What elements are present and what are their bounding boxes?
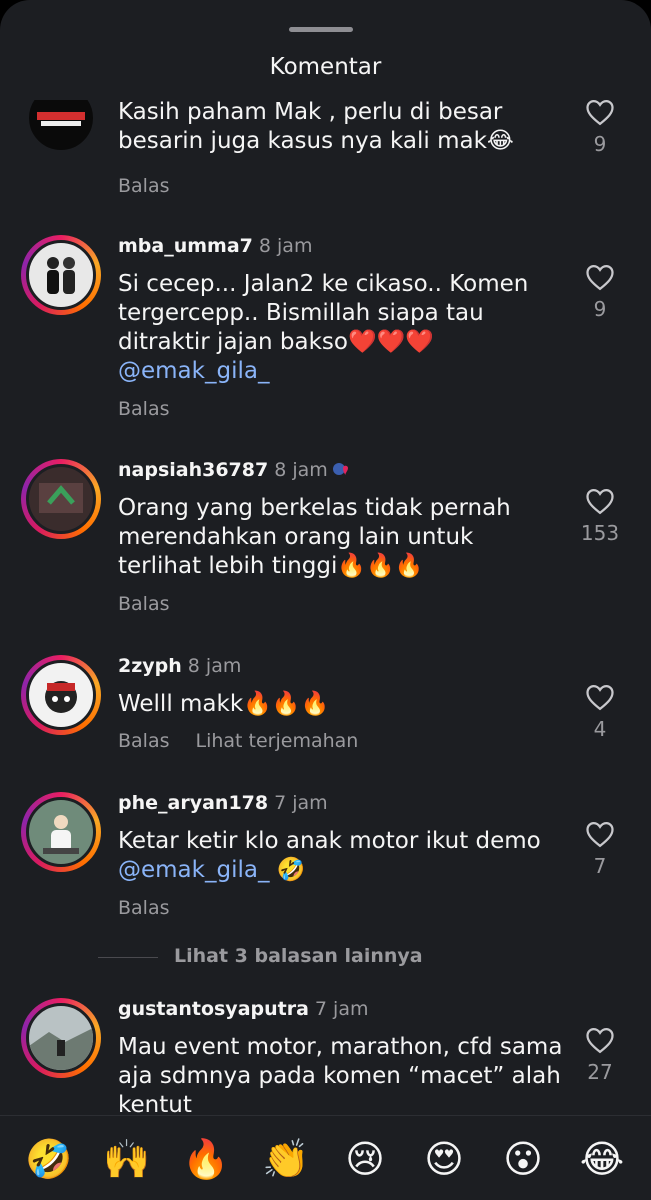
heart-icon xyxy=(586,684,614,711)
username[interactable]: napsiah36787 xyxy=(118,459,268,481)
timestamp: 8 jam xyxy=(274,459,328,481)
mention-link[interactable]: @emak_gila_ xyxy=(118,857,269,883)
comment-text: Si cecep... Jalan2 ke cikaso.. Komen ter… xyxy=(118,271,529,384)
comment-meta: gustantosyaputra 7 jam xyxy=(118,998,368,1020)
timestamp: 8 jam xyxy=(187,655,242,677)
timestamp: 7 jam xyxy=(314,998,369,1020)
emoji-surprised-button[interactable]: 😮 xyxy=(496,1132,550,1186)
avatar[interactable] xyxy=(21,235,101,315)
timestamp: 7 jam xyxy=(274,792,328,814)
like-button[interactable]: 27 xyxy=(582,1026,618,1084)
comment-text: Kasih paham Mak , perlu di besar besarin… xyxy=(118,100,514,154)
heart-icon xyxy=(586,100,614,126)
view-more-replies[interactable]: Lihat 3 balasan lainnya xyxy=(98,945,618,969)
heart-icon xyxy=(586,821,614,848)
like-button[interactable]: 9 xyxy=(582,263,618,321)
like-button[interactable]: 9 xyxy=(582,100,618,156)
comment-actions: Balas xyxy=(118,398,170,420)
username[interactable]: gustantosyaputra xyxy=(118,998,309,1020)
username[interactable]: mba_umma7 xyxy=(118,235,253,257)
emoji-clap-button[interactable]: 👏 xyxy=(259,1132,313,1186)
like-button[interactable]: 4 xyxy=(582,683,618,741)
comment-text: Orang yang berkelas tidak pernah merenda… xyxy=(118,495,511,579)
heart-icon xyxy=(586,1027,614,1054)
comment-actions: Balas xyxy=(118,175,170,197)
like-button[interactable]: 7 xyxy=(582,820,618,878)
like-count: 9 xyxy=(593,132,607,156)
avatar-image xyxy=(43,815,79,854)
sticker-icon xyxy=(332,463,348,475)
like-count: 7 xyxy=(593,854,607,878)
emoji-reaction-bar: 🤣 🙌 🔥 👏 😢 😍 😮 😂 xyxy=(0,1115,651,1200)
sheet-title: Komentar xyxy=(269,54,382,80)
username[interactable]: phe_aryan178 xyxy=(118,792,268,814)
comment-text: Welll makk🔥🔥🔥 xyxy=(118,691,330,717)
view-more-replies-label: Lihat 3 balasan lainnya xyxy=(174,945,423,967)
comment-actions: Balas xyxy=(118,593,170,615)
mention-link[interactable]: @emak_gila_ xyxy=(118,358,269,384)
avatar-image xyxy=(29,1028,93,1070)
like-count: 153 xyxy=(580,521,620,545)
comment-text: Ketar ketir klo anak motor ikut demo @em… xyxy=(118,828,541,883)
avatar[interactable] xyxy=(21,792,101,872)
emoji-crying-button[interactable]: 😢 xyxy=(338,1132,392,1186)
heart-icon xyxy=(586,488,614,515)
heart-icon xyxy=(586,264,614,291)
emoji-joy-button[interactable]: 😂 xyxy=(575,1132,629,1186)
like-count: 27 xyxy=(587,1060,613,1084)
reply-button[interactable]: Balas xyxy=(118,730,170,752)
avatar[interactable] xyxy=(21,459,101,539)
reply-button[interactable]: Balas xyxy=(118,897,170,919)
avatar[interactable] xyxy=(21,100,101,158)
see-translation-button[interactable]: Lihat terjemahan xyxy=(196,730,359,752)
like-count: 4 xyxy=(593,717,607,741)
avatar-image xyxy=(39,483,83,513)
avatar[interactable] xyxy=(21,998,101,1078)
comments-sheet: Komentar Kasih paham Mak , perlu di besa… xyxy=(0,0,651,1200)
avatar[interactable] xyxy=(21,655,101,735)
reply-button[interactable]: Balas xyxy=(118,175,170,197)
comment-meta: 2zyph 8 jam xyxy=(118,655,241,677)
divider xyxy=(98,957,158,958)
reply-button[interactable]: Balas xyxy=(118,398,170,420)
emoji-raising-hands-button[interactable]: 🙌 xyxy=(100,1132,154,1186)
emoji-rofl-button[interactable]: 🤣 xyxy=(22,1132,76,1186)
comment-actions: Balas Lihat terjemahan xyxy=(118,730,358,752)
comment-meta: phe_aryan178 7 jam xyxy=(118,792,328,814)
emoji-heart-eyes-button[interactable]: 😍 xyxy=(417,1132,471,1186)
like-button[interactable]: 153 xyxy=(578,487,622,545)
comment-meta: napsiah36787 8 jam xyxy=(118,459,350,481)
avatar-image xyxy=(45,681,77,713)
comment-list[interactable]: Kasih paham Mak , perlu di besar besarin… xyxy=(0,100,651,1115)
comment-text: Mau event motor, marathon, cfd sama aja … xyxy=(118,1034,563,1115)
comment-meta: mba_umma7 8 jam xyxy=(118,235,312,257)
comment-actions: Balas xyxy=(118,897,170,919)
avatar-image xyxy=(47,257,75,294)
reply-button[interactable]: Balas xyxy=(118,593,170,615)
drag-handle[interactable] xyxy=(289,27,353,32)
username[interactable]: 2zyph xyxy=(118,655,182,677)
like-count: 9 xyxy=(593,297,607,321)
logo-icon xyxy=(37,112,85,126)
emoji-fire-button[interactable]: 🔥 xyxy=(179,1132,233,1186)
timestamp: 8 jam xyxy=(258,235,313,257)
